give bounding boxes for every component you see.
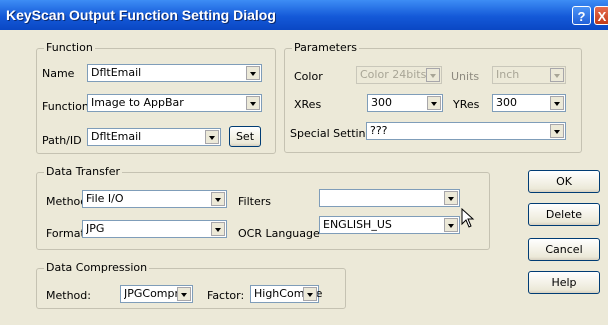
ocr-language-label: OCR Language: [238, 227, 320, 240]
color-value: Color 24bits: [360, 68, 427, 81]
format-select[interactable]: JPG: [82, 220, 227, 238]
close-title-button[interactable]: X: [594, 6, 608, 25]
method-select[interactable]: File I/O: [82, 190, 227, 208]
close-icon: X: [597, 9, 607, 24]
chevron-down-icon[interactable]: [444, 218, 458, 232]
help-title-button[interactable]: ?: [572, 6, 591, 25]
arrow-cursor-icon: [461, 208, 475, 228]
parameters-legend: Parameters: [292, 41, 359, 54]
chevron-down-icon[interactable]: [550, 96, 564, 110]
chevron-down-icon[interactable]: [211, 192, 225, 206]
chevron-down-icon[interactable]: [427, 96, 441, 110]
function-label: Function: [42, 100, 89, 113]
special-settings-label: Special Settings: [290, 127, 379, 140]
chevron-down-icon[interactable]: [550, 124, 564, 138]
method-value: File I/O: [86, 192, 124, 205]
pathid-value: DfltEmail: [91, 130, 142, 143]
xres-label: XRes: [294, 98, 322, 111]
color-label: Color: [294, 70, 323, 83]
name-value: DfltEmail: [91, 66, 142, 79]
special-settings-value: ???: [370, 124, 388, 137]
cancel-button[interactable]: Cancel: [528, 238, 600, 261]
yres-label: YRes: [453, 98, 480, 111]
help-button-label: Help: [551, 276, 577, 289]
function-select[interactable]: Image to AppBar: [87, 94, 262, 112]
filters-select[interactable]: [319, 189, 460, 207]
format-value: JPG: [86, 222, 105, 235]
name-label: Name: [42, 67, 75, 80]
units-select[interactable]: Inch: [492, 66, 566, 84]
chevron-down-icon[interactable]: [246, 96, 260, 110]
help-button[interactable]: Help: [528, 271, 600, 294]
chevron-down-icon[interactable]: [426, 68, 440, 82]
ok-button[interactable]: OK: [528, 170, 600, 193]
window-title: KeyScan Output Function Setting Dialog: [6, 7, 276, 23]
chevron-down-icon[interactable]: [246, 66, 260, 80]
chevron-down-icon[interactable]: [205, 130, 219, 144]
yres-select[interactable]: 300: [492, 94, 566, 112]
cancel-button-label: Cancel: [545, 243, 583, 256]
factor-select[interactable]: HighCompre: [250, 285, 322, 303]
question-icon: ?: [577, 9, 586, 24]
filters-label: Filters: [238, 195, 271, 208]
color-select[interactable]: Color 24bits: [356, 66, 442, 84]
chevron-down-icon[interactable]: [303, 287, 317, 301]
compression-method-label: Method:: [46, 289, 91, 302]
ocr-language-select[interactable]: ENGLISH_US: [319, 216, 460, 234]
set-button[interactable]: Set: [229, 126, 261, 147]
delete-button[interactable]: Delete: [528, 203, 600, 226]
function-legend: Function: [44, 41, 95, 54]
chevron-down-icon[interactable]: [550, 68, 564, 82]
ocr-language-value: ENGLISH_US: [323, 218, 392, 231]
data-transfer-legend: Data Transfer: [44, 165, 122, 178]
chevron-down-icon[interactable]: [211, 222, 225, 236]
compression-method-select[interactable]: JPGComprs: [120, 285, 193, 303]
yres-value: 300: [496, 96, 517, 109]
format-label: Format: [46, 227, 85, 240]
special-settings-select[interactable]: ???: [366, 122, 566, 140]
name-select[interactable]: DfltEmail: [87, 64, 262, 82]
delete-button-label: Delete: [545, 208, 583, 221]
chevron-down-icon[interactable]: [177, 287, 191, 301]
data-compression-legend: Data Compression: [44, 261, 150, 274]
xres-value: 300: [371, 96, 392, 109]
function-value: Image to AppBar: [91, 96, 184, 109]
factor-label: Factor:: [207, 289, 245, 302]
ok-button-label: OK: [556, 175, 572, 188]
set-button-label: Set: [235, 130, 255, 143]
xres-select[interactable]: 300: [367, 94, 443, 112]
chevron-down-icon[interactable]: [444, 191, 458, 205]
pathid-select[interactable]: DfltEmail: [87, 128, 221, 146]
compression-method-value: JPGComprs: [124, 287, 185, 300]
units-value: Inch: [496, 68, 520, 81]
pathid-label: Path/ID: [42, 134, 82, 147]
title-bar: KeyScan Output Function Setting Dialog ?…: [0, 0, 608, 30]
units-label: Units: [451, 70, 480, 83]
